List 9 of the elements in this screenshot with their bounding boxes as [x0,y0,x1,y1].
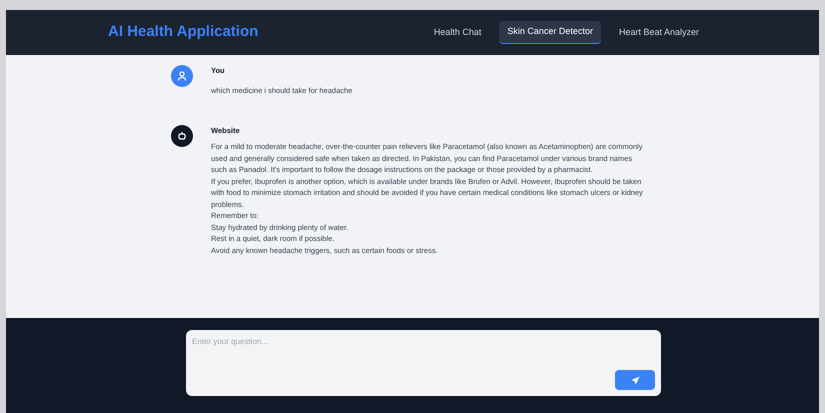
send-icon [630,376,640,384]
person-icon [177,71,187,81]
app-title: AI Health Application [108,22,258,42]
question-field[interactable]: Enter your question... [186,330,661,396]
send-button[interactable] [615,370,655,390]
nav-tab[interactable]: Health Chat [426,22,490,44]
nav-tab[interactable]: Heart Beat Analyzer [610,22,707,44]
robot-icon [177,130,187,141]
nav-tab[interactable]: Skin Cancer Detector [499,21,601,44]
